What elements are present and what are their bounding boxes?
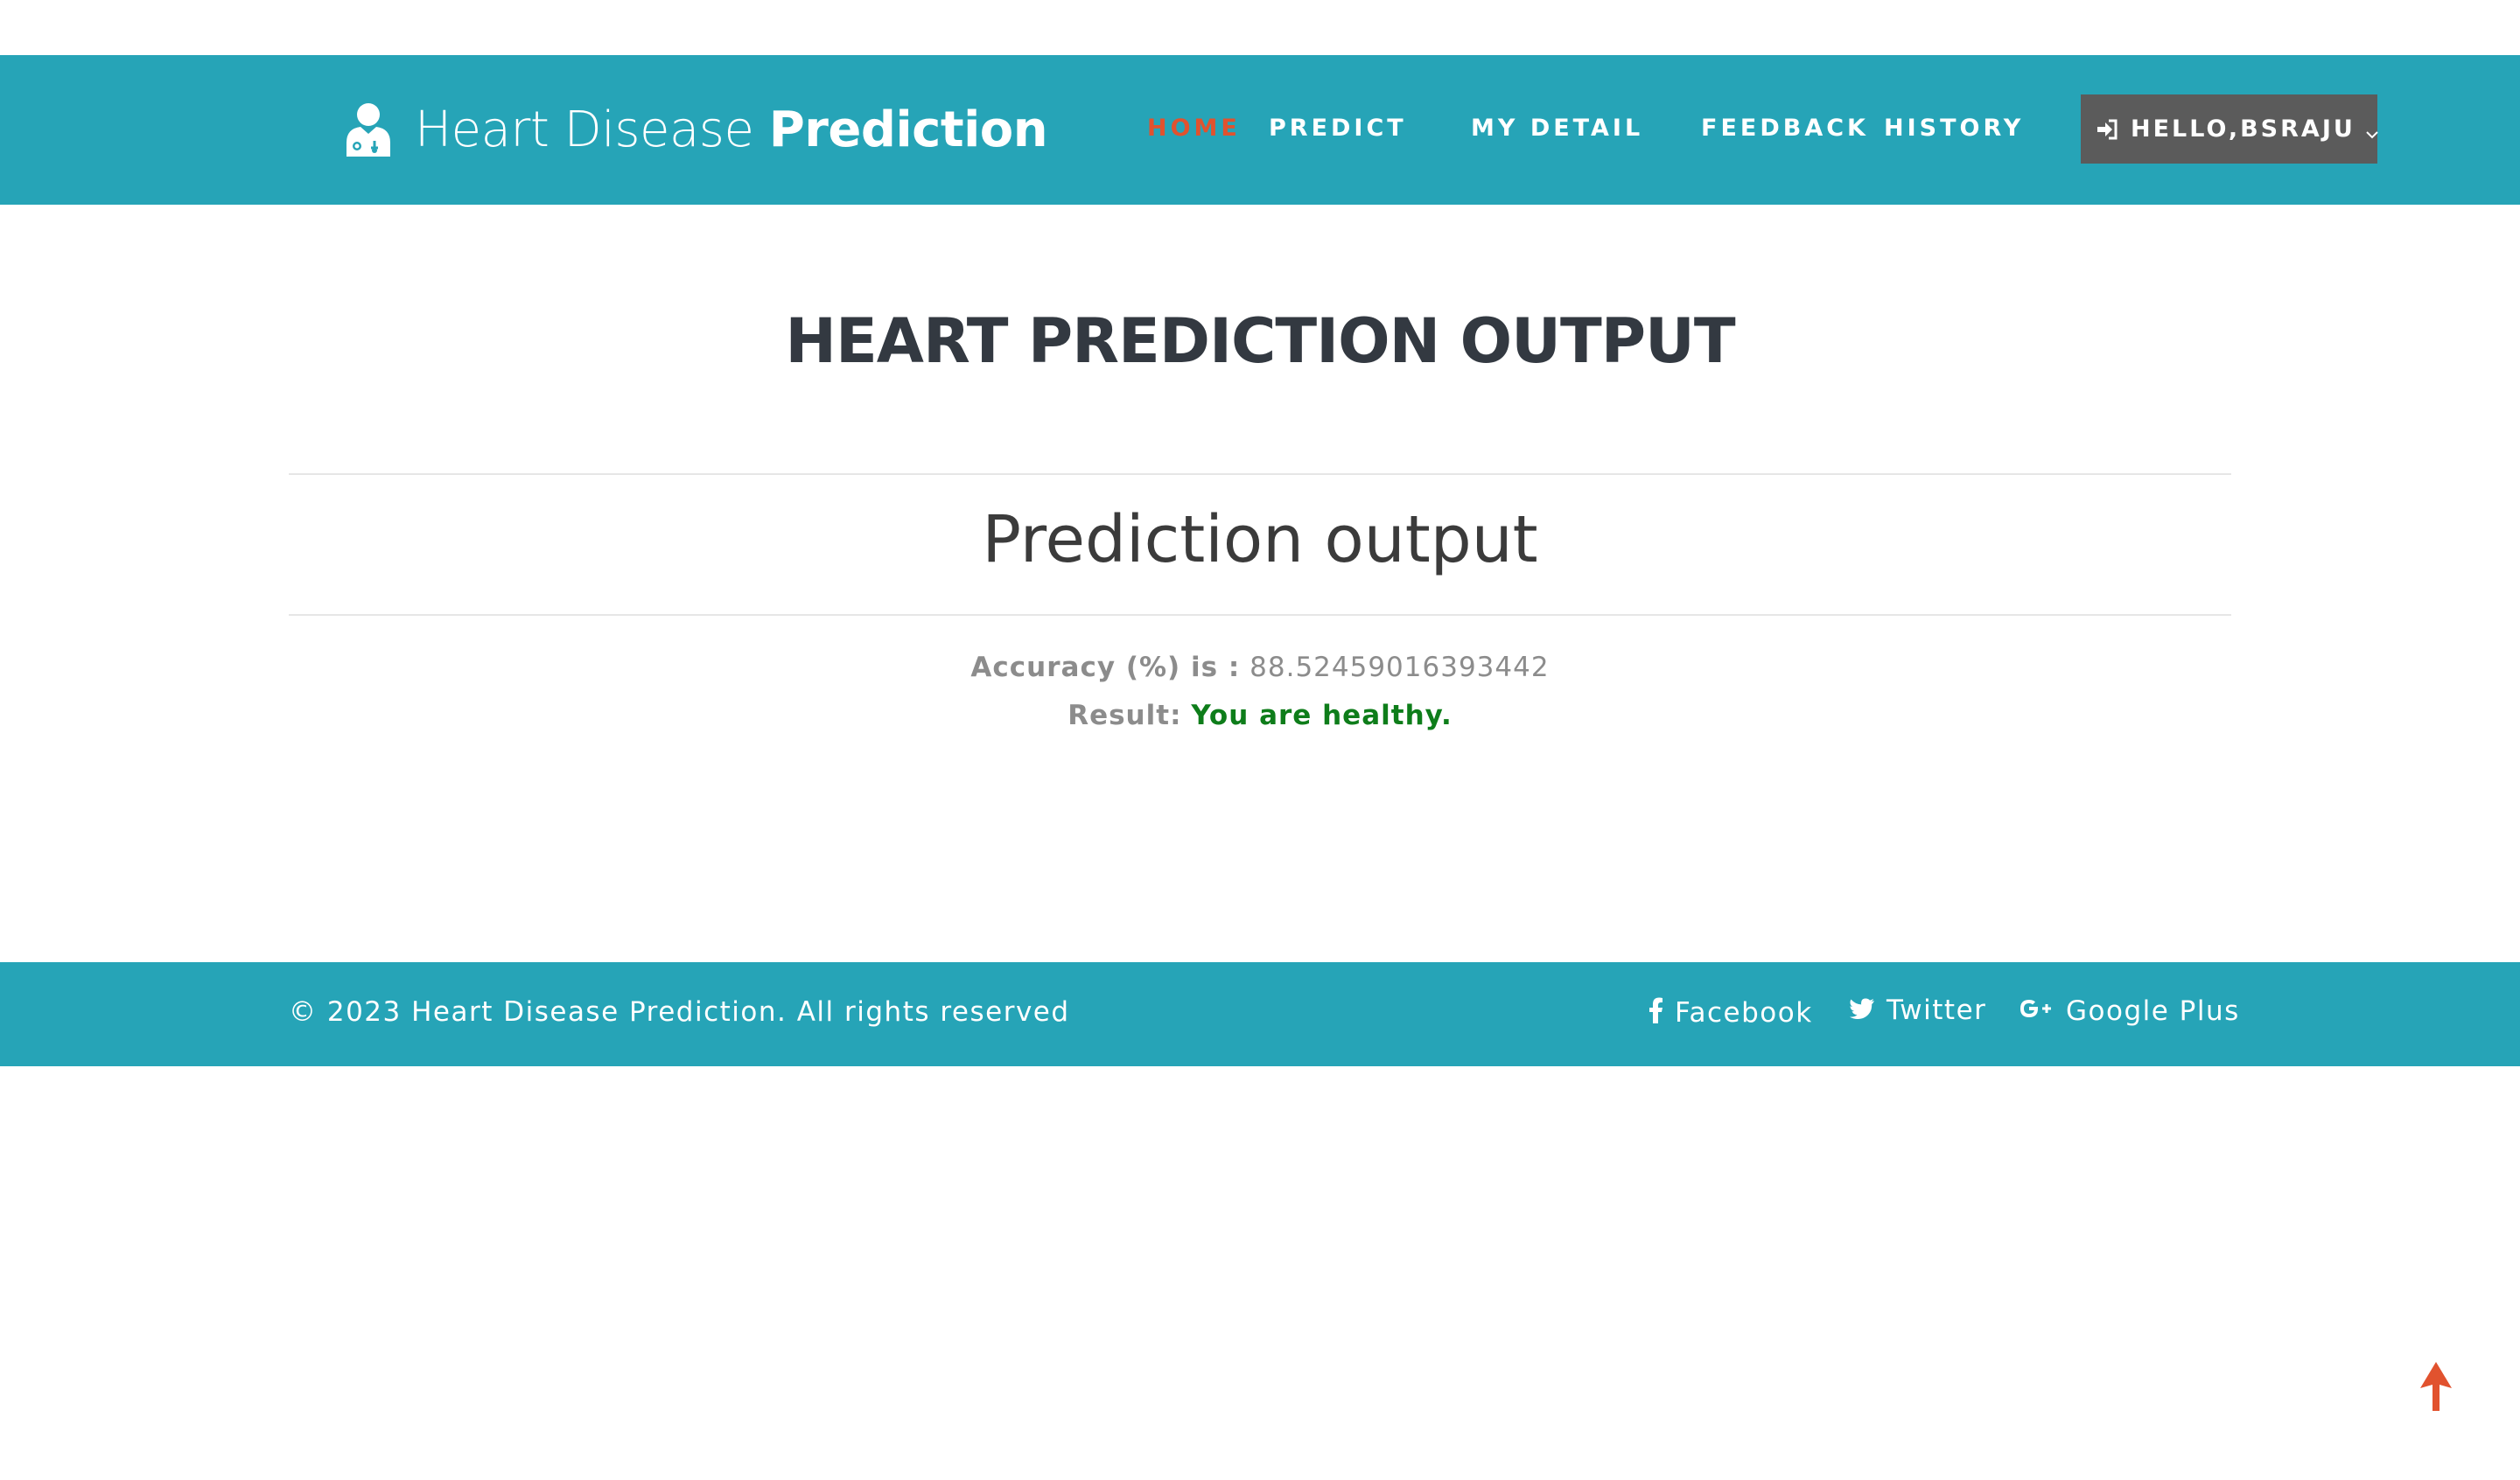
result-value: You are healthy.: [1191, 700, 1452, 731]
google-plus-label: Google Plus: [2066, 995, 2240, 1027]
result-line: Result: You are healthy.: [0, 702, 2520, 730]
result-label: Result:: [1068, 700, 1182, 731]
user-menu-label: HELLO,BSRAJU: [2131, 115, 2356, 143]
facebook-link[interactable]: Facebook: [1648, 997, 1813, 1029]
arrow-up-icon: [2418, 1362, 2454, 1414]
accuracy-value: 88.52459016393442: [1250, 652, 1550, 683]
facebook-label: Facebook: [1675, 996, 1813, 1029]
google-plus-icon: [2019, 997, 2054, 1025]
twitter-link[interactable]: Twitter: [1850, 997, 1986, 1024]
user-menu-button[interactable]: HELLO,BSRAJU: [2081, 94, 2380, 164]
twitter-icon: [1850, 997, 1874, 1024]
sign-in-icon: [2096, 118, 2118, 141]
top-strip: [0, 0, 2520, 55]
copyright-text: © 2023 Heart Disease Prediction. All rig…: [289, 996, 1070, 1028]
chevron-down-icon: [2364, 122, 2380, 138]
twitter-label: Twitter: [1886, 995, 1987, 1026]
section-title: Prediction output: [982, 502, 1538, 577]
divider-top: [289, 473, 2231, 475]
accuracy-line: Accuracy (%) is : 88.52459016393442: [0, 654, 2520, 681]
google-plus-link[interactable]: Google Plus: [2019, 997, 2240, 1025]
scroll-to-top-button[interactable]: [2418, 1362, 2454, 1411]
nav-home[interactable]: HOME: [1147, 116, 1241, 140]
site-header: Heart Disease Prediction HOME PREDICT MY…: [0, 55, 2520, 205]
divider-bottom: [289, 614, 2231, 616]
page-title: HEART PREDICTION OUTPUT: [785, 305, 1735, 377]
accuracy-label: Accuracy (%) is :: [970, 652, 1241, 683]
nav-history[interactable]: HISTORY: [1884, 116, 2024, 140]
nav-my-detail[interactable]: MY DETAIL: [1471, 116, 1643, 140]
nav-predict[interactable]: PREDICT: [1269, 116, 1407, 140]
nav-feedback[interactable]: FEEDBACK: [1701, 116, 1869, 140]
site-footer: © 2023 Heart Disease Prediction. All rig…: [0, 962, 2520, 1066]
facebook-icon: [1648, 997, 1662, 1029]
